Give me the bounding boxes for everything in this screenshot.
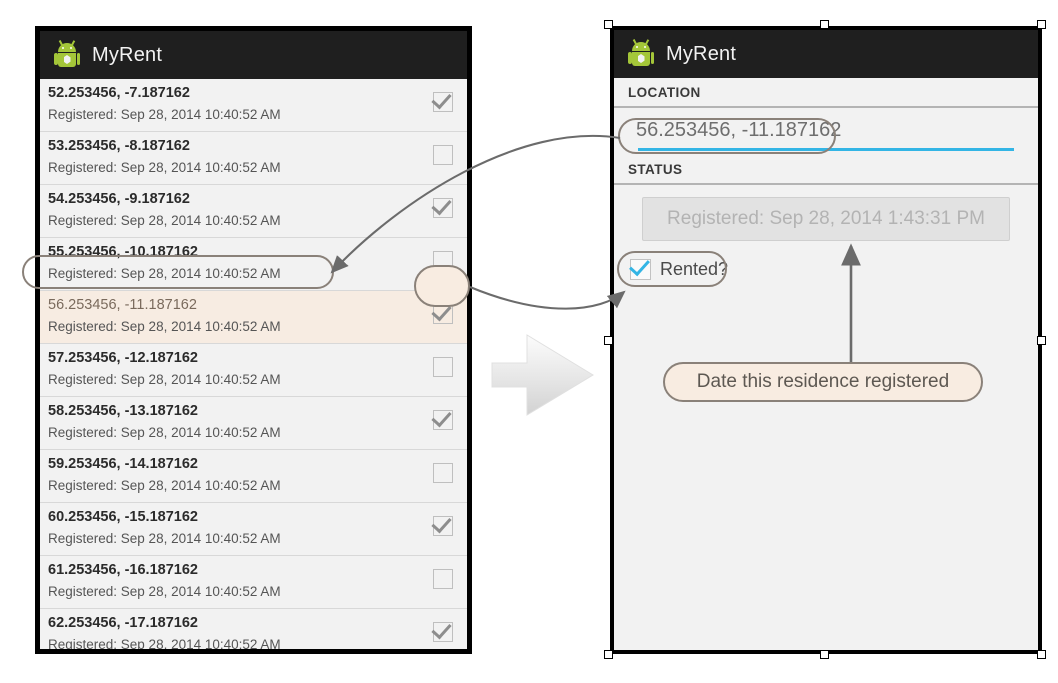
table-row[interactable]: 58.253456, -13.187162 Registered: Sep 28,… [40, 397, 467, 450]
left-phone-screen: MyRent 52.253456, -7.187162 Registered: S… [35, 26, 472, 654]
row-rented-checkbox[interactable] [433, 463, 453, 483]
selection-handle-top-left[interactable] [604, 20, 613, 29]
row-registered-date: Registered: Sep 28, 2014 10:40:52 AM [48, 584, 281, 599]
left-app-title: MyRent [92, 43, 163, 66]
status-section-header: STATUS [614, 155, 1038, 185]
row-coordinates: 62.253456, -17.187162 [48, 615, 198, 631]
annotation-oval-rented-checkbox [617, 251, 727, 287]
annotation-oval-location-input [618, 118, 836, 154]
screenshot-stage: MyRent 52.253456, -7.187162 Registered: S… [0, 0, 1058, 683]
row-rented-checkbox[interactable] [433, 198, 453, 218]
table-row[interactable]: 61.253456, -16.187162 Registered: Sep 28,… [40, 556, 467, 609]
row-coordinates: 56.253456, -11.187162 [48, 297, 197, 313]
row-rented-checkbox[interactable] [433, 622, 453, 642]
row-registered-date: Registered: Sep 28, 2014 10:40:52 AM [48, 425, 281, 440]
android-robot-icon [54, 40, 80, 68]
row-rented-checkbox[interactable] [433, 410, 453, 430]
row-coordinates: 61.253456, -16.187162 [48, 562, 198, 578]
table-row[interactable]: 56.253456, -11.187162 Registered: Sep 28,… [40, 291, 467, 344]
selection-handle-top-center[interactable] [820, 20, 829, 29]
row-registered-date: Registered: Sep 28, 2014 10:40:52 AM [48, 213, 281, 228]
row-registered-date: Registered: Sep 28, 2014 10:40:52 AM [48, 319, 281, 334]
registered-date-button[interactable]: Registered: Sep 28, 2014 1:43:31 PM [642, 197, 1010, 241]
row-coordinates: 54.253456, -9.187162 [48, 191, 190, 207]
row-registered-date: Registered: Sep 28, 2014 10:40:52 AM [48, 107, 281, 122]
left-action-bar: MyRent [40, 31, 467, 79]
row-rented-checkbox[interactable] [433, 145, 453, 165]
selection-handle-bottom-center[interactable] [820, 650, 829, 659]
row-registered-date: Registered: Sep 28, 2014 10:40:52 AM [48, 478, 281, 493]
row-rented-checkbox[interactable] [433, 92, 453, 112]
row-registered-date: Registered: Sep 28, 2014 10:40:52 AM [48, 531, 281, 546]
row-rented-checkbox[interactable] [433, 569, 453, 589]
selection-handle-middle-left[interactable] [604, 336, 613, 345]
annotation-callout-date: Date this residence registered [663, 362, 983, 402]
selection-handle-bottom-right[interactable] [1037, 650, 1046, 659]
row-rented-checkbox[interactable] [433, 357, 453, 377]
annotation-oval-list-coord [22, 255, 334, 289]
selection-handle-top-right[interactable] [1037, 20, 1046, 29]
table-row[interactable]: 59.253456, -14.187162 Registered: Sep 28,… [40, 450, 467, 503]
table-row[interactable]: 62.253456, -17.187162 Registered: Sep 28,… [40, 609, 467, 652]
row-registered-date: Registered: Sep 28, 2014 10:40:52 AM [48, 160, 281, 175]
android-robot-icon [628, 39, 654, 67]
selection-handle-bottom-left[interactable] [604, 650, 613, 659]
residence-list[interactable]: 52.253456, -7.187162 Registered: Sep 28, … [40, 79, 467, 652]
row-rented-checkbox[interactable] [433, 516, 453, 536]
row-coordinates: 53.253456, -8.187162 [48, 138, 190, 154]
location-section-header: LOCATION [614, 78, 1038, 108]
table-row[interactable]: 53.253456, -8.187162 Registered: Sep 28, … [40, 132, 467, 185]
selection-handle-middle-right[interactable] [1037, 336, 1046, 345]
row-coordinates: 58.253456, -13.187162 [48, 403, 198, 419]
table-row[interactable]: 54.253456, -9.187162 Registered: Sep 28, … [40, 185, 467, 238]
row-registered-date: Registered: Sep 28, 2014 10:40:52 AM [48, 637, 281, 652]
table-row[interactable]: 52.253456, -7.187162 Registered: Sep 28, … [40, 79, 467, 132]
row-rented-checkbox[interactable] [433, 304, 453, 324]
table-row[interactable]: 57.253456, -12.187162 Registered: Sep 28,… [40, 344, 467, 397]
row-coordinates: 57.253456, -12.187162 [48, 350, 198, 366]
flow-right-arrow-icon [491, 334, 594, 416]
row-coordinates: 52.253456, -7.187162 [48, 85, 190, 101]
annotation-oval-list-checkbox [414, 265, 470, 307]
row-coordinates: 60.253456, -15.187162 [48, 509, 198, 525]
table-row[interactable]: 60.253456, -15.187162 Registered: Sep 28,… [40, 503, 467, 556]
right-app-title: MyRent [666, 42, 737, 65]
row-coordinates: 59.253456, -14.187162 [48, 456, 198, 472]
row-registered-date: Registered: Sep 28, 2014 10:40:52 AM [48, 372, 281, 387]
connector-checkbox-to-rented [469, 286, 626, 310]
right-action-bar: MyRent [614, 30, 1038, 78]
